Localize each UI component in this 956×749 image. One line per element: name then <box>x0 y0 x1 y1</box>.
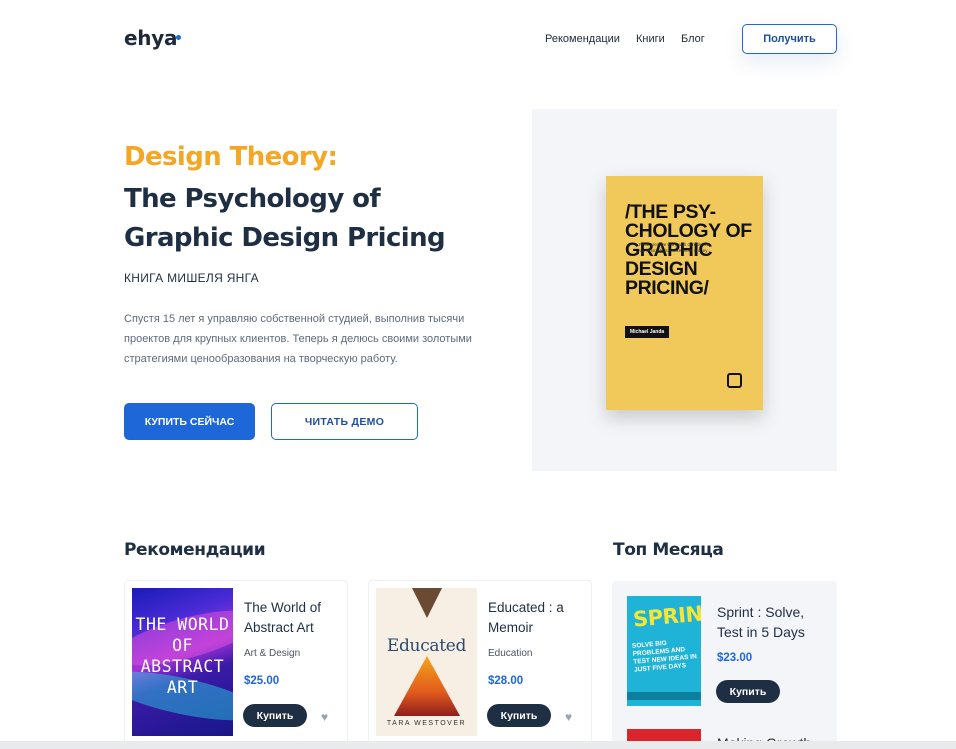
nav-link-recommendations[interactable]: Рекомендации <box>545 33 620 45</box>
top-month-title: Топ Месяца <box>613 540 724 560</box>
book-price: $28.00 <box>488 675 524 687</box>
book-card[interactable]: Educated TARA WESTOVER Educated : a Memo… <box>368 580 592 749</box>
nav-link-books[interactable]: Книги <box>636 33 665 45</box>
book-title[interactable]: The World of Abstract Art <box>244 598 344 638</box>
book-price: $23.00 <box>717 652 753 664</box>
book-genre: Art & Design <box>244 648 301 659</box>
buy-button[interactable]: Купить <box>487 704 551 727</box>
cover-author: TARA WESTOVER <box>386 720 467 727</box>
book-price: $25.00 <box>244 675 280 687</box>
book-title[interactable]: Sprint : Solve, Test in 5 Days <box>717 602 827 642</box>
hero-title-accent: Design Theory: <box>124 142 338 172</box>
cover-author: Michael Janda <box>625 326 670 338</box>
logo-dot <box>176 35 181 40</box>
book-card[interactable]: THE WORLD OF ABSTRACT ART The World of A… <box>124 580 348 749</box>
cover-decoration <box>394 656 460 716</box>
cover-decoration <box>412 588 442 618</box>
book-genre: Education <box>488 648 533 659</box>
book-cover[interactable]: Educated TARA WESTOVER <box>376 588 477 736</box>
buy-button[interactable]: Купить <box>716 680 780 703</box>
get-button[interactable]: Получить <box>742 24 837 54</box>
cover-tagline: Price creative work with confidence. Win… <box>639 242 711 253</box>
book-cover[interactable]: SPRINT SOLVE BIG PROBLEMS AND TEST NEW I… <box>627 596 701 706</box>
buy-button[interactable]: Купить <box>243 704 307 727</box>
heart-icon[interactable]: ♥ <box>565 710 572 724</box>
hero-book-cover: /THE PSY-CHOLOGY OF GRAPHIC DESIGN PRICI… <box>606 176 763 410</box>
recommendations-title: Рекомендации <box>124 540 266 560</box>
hero-description: Спустя 15 лет я управляю собственной сту… <box>124 313 472 365</box>
logo[interactable]: ehya <box>124 26 177 50</box>
book-title[interactable]: Educated : a Memoir <box>488 598 588 638</box>
cover-text: SPRINT <box>632 600 701 632</box>
hero-subtitle: КНИГА МИШЕЛЯ ЯНГА <box>124 271 259 285</box>
nav-link-blog[interactable]: Блог <box>681 33 705 45</box>
horizontal-scrollbar[interactable] <box>0 741 956 749</box>
hero-title: The Psychology of Graphic Design Pricing <box>124 184 446 253</box>
cover-subtitle: SOLVE BIG PROBLEMS AND TEST NEW IDEAS IN… <box>631 639 698 674</box>
buy-now-button[interactable]: КУПИТЬ СЕЙЧАС <box>124 403 255 440</box>
cover-text: THE WORLD OF ABSTRACT ART <box>135 615 230 697</box>
cover-text: Educated <box>386 636 467 656</box>
publisher-logo-icon <box>727 373 742 388</box>
cover-decoration <box>627 692 701 700</box>
heart-icon[interactable]: ♥ <box>321 710 328 724</box>
book-cover[interactable]: THE WORLD OF ABSTRACT ART <box>132 588 233 736</box>
read-demo-button[interactable]: ЧИТАТЬ ДЕМО <box>271 403 418 440</box>
